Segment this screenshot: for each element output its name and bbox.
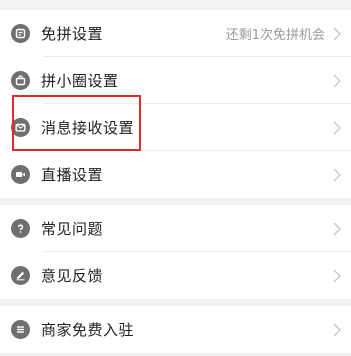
- chevron-right-icon: [333, 168, 341, 181]
- faq-label: 常见问题: [41, 220, 104, 238]
- message-receive-settings-row[interactable]: 消息接收设置: [0, 104, 351, 151]
- merchant-join-row[interactable]: 商家免费入驻: [0, 306, 351, 353]
- chevron-right-icon: [333, 27, 341, 40]
- feedback-row[interactable]: 意见反馈: [0, 252, 351, 299]
- merchant-join-label: 商家免费入驻: [41, 321, 135, 339]
- chevron-right-icon: [333, 222, 341, 235]
- free-group-settings-label: 免拼设置: [41, 25, 104, 43]
- settings-group-merchant: 商家免费入驻: [0, 306, 351, 353]
- free-group-remaining-text: 还剩1次免拼机会: [225, 28, 325, 43]
- settings-group-help: 常见问题 意见反馈: [0, 205, 351, 299]
- live-settings-label: 直播设置: [41, 166, 104, 184]
- mail-icon: [11, 118, 30, 137]
- chevron-right-icon: [333, 269, 341, 282]
- pin-circle-settings-label: 拼小圈设置: [41, 72, 119, 90]
- question-icon: [11, 219, 30, 238]
- video-icon: [11, 165, 30, 184]
- clipboard-icon: [11, 24, 30, 43]
- free-group-settings-row[interactable]: 免拼设置 还剩1次免拼机会: [0, 10, 351, 57]
- message-receive-settings-label: 消息接收设置: [41, 119, 135, 137]
- live-settings-row[interactable]: 直播设置: [0, 151, 351, 198]
- feedback-label: 意见反馈: [41, 267, 104, 285]
- pencil-icon: [11, 266, 30, 285]
- chevron-right-icon: [333, 323, 341, 336]
- bag-icon: [11, 71, 30, 90]
- chevron-right-icon: [333, 121, 341, 134]
- settings-group-primary: 免拼设置 还剩1次免拼机会 拼小圈设置 消息接收设置 直播设置: [0, 10, 351, 198]
- store-icon: [11, 320, 30, 339]
- faq-row[interactable]: 常见问题: [0, 205, 351, 252]
- chevron-right-icon: [333, 74, 341, 87]
- pin-circle-settings-row[interactable]: 拼小圈设置: [0, 57, 351, 104]
- settings-screen: 免拼设置 还剩1次免拼机会 拼小圈设置 消息接收设置 直播设置 常见问题 意见反…: [0, 0, 351, 356]
